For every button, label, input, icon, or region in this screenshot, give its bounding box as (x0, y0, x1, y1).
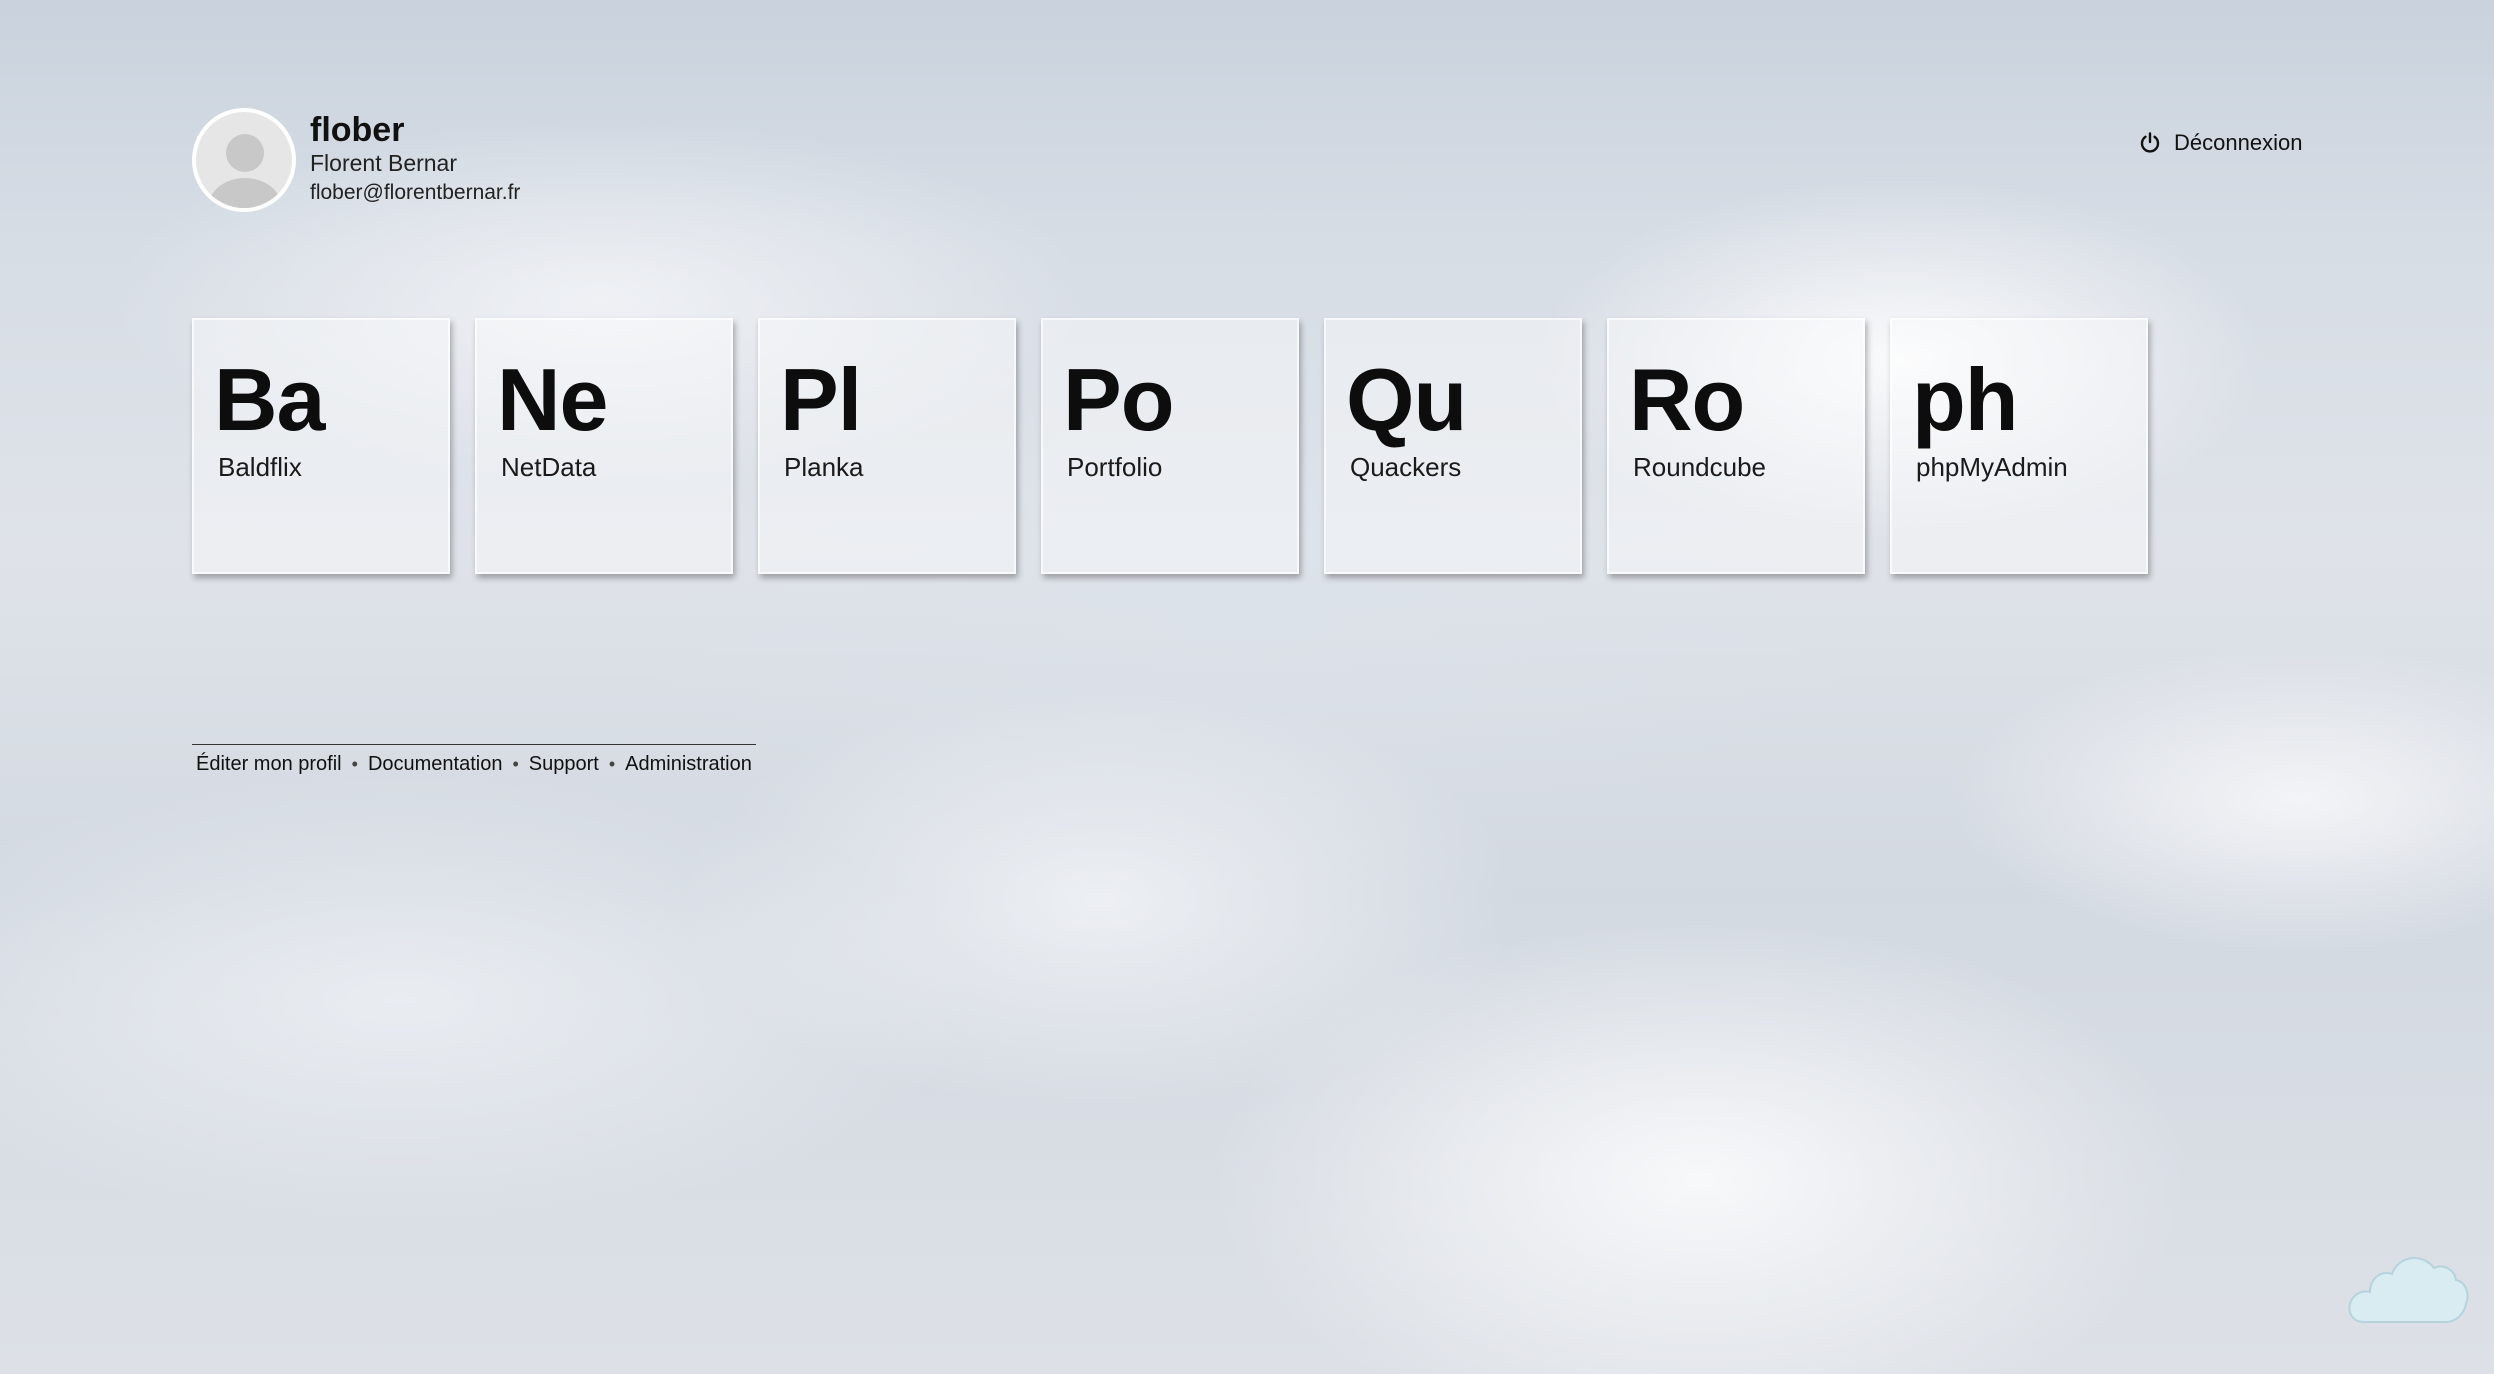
avatar-head-shape (226, 134, 264, 172)
full-name: Florent Bernar (310, 150, 458, 176)
support-link[interactable]: Support (525, 753, 603, 776)
user-profile: flober Florent Bernar flober@florentbern… (192, 108, 520, 212)
link-separator: • (512, 754, 519, 774)
link-separator: • (608, 754, 616, 774)
administration-link[interactable]: Administration (621, 753, 756, 776)
app-symbol: ph (1912, 350, 2019, 449)
app-tile-baldflix[interactable]: Ba Baldflix (192, 318, 450, 574)
app-name: NetData (501, 452, 597, 482)
link-separator: • (351, 754, 358, 774)
app-symbol: Pl (780, 350, 862, 449)
app-symbol: Ro (1629, 350, 1745, 449)
app-symbol: Qu (1346, 350, 1467, 449)
app-name: Quackers (1350, 452, 1462, 482)
logout-label: Déconnexion (2174, 130, 2303, 155)
power-icon (2140, 132, 2160, 153)
avatar-shoulders-shape (208, 178, 282, 208)
app-symbol: Ne (497, 350, 608, 449)
app-tile-netdata[interactable]: Ne NetData (475, 318, 733, 574)
app-symbol: Po (1063, 350, 1174, 449)
logout-button[interactable]: Déconnexion (2138, 130, 2302, 156)
edit-profile-link[interactable]: Éditer mon profil (192, 753, 346, 776)
user-avatar-icon (192, 108, 296, 212)
app-tiles: Ba Baldflix Ne NetData Pl Planka Po Port… (192, 318, 2173, 574)
user-email: flober@florentbernar.fr (310, 181, 521, 204)
app-name: Roundcube (1633, 452, 1766, 482)
cloud-logo-icon (2348, 1257, 2469, 1323)
profile-info: flober Florent Bernar flober@florentbern… (310, 112, 520, 208)
app-tile-portfolio[interactable]: Po Portfolio (1041, 318, 1299, 574)
documentation-link[interactable]: Documentation (364, 753, 507, 776)
app-tile-phpmyadmin[interactable]: ph phpMyAdmin (1890, 318, 2148, 574)
app-tile-roundcube[interactable]: Ro Roundcube (1607, 318, 1865, 574)
app-name: Baldflix (218, 452, 302, 482)
footer-links: Éditer mon profil • Documentation • Supp… (192, 744, 756, 776)
app-symbol: Ba (214, 350, 325, 449)
app-name: Planka (784, 452, 864, 482)
username: flober (310, 111, 405, 149)
app-tile-quackers[interactable]: Qu Quackers (1324, 318, 1582, 574)
app-name: phpMyAdmin (1916, 452, 2068, 482)
app-name: Portfolio (1067, 452, 1163, 482)
app-tile-planka[interactable]: Pl Planka (758, 318, 1016, 574)
